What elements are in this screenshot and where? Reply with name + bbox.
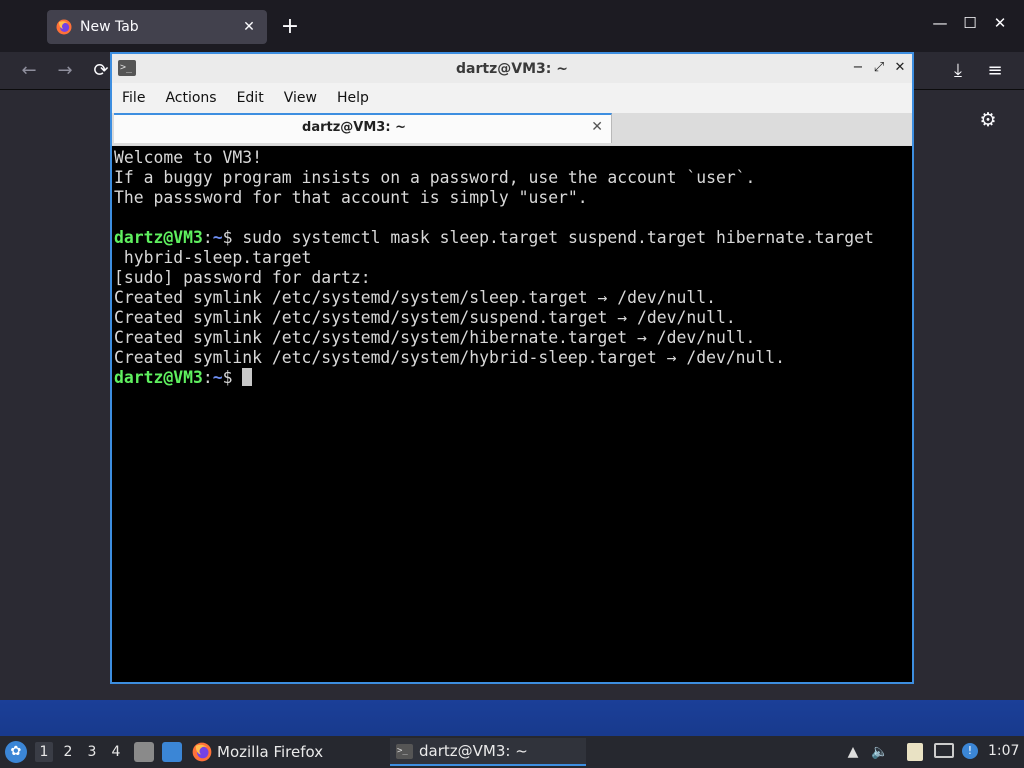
output-line: Created symlink /etc/systemd/system/slee… (114, 288, 716, 307)
prompt-path: ~ (212, 368, 223, 387)
taskbar-task-firefox[interactable]: Mozilla Firefox (192, 738, 382, 766)
terminal-tab-close-icon[interactable]: ✕ (591, 119, 603, 135)
firefox-tab-new-tab[interactable]: New Tab ✕ (47, 10, 267, 44)
close-window-button[interactable]: ✕ (988, 14, 1012, 32)
terminal-line: Welcome to VM3! (114, 148, 263, 167)
workspace-2[interactable]: 2 (59, 742, 77, 762)
output-line: Created symlink /etc/systemd/system/hibe… (114, 328, 756, 347)
minimize-button[interactable]: — (928, 14, 952, 32)
output-line: Created symlink /etc/systemd/system/susp… (114, 308, 736, 327)
prompt-line: dartz@VM3:~$ sudo systemctl mask sleep.t… (114, 228, 912, 248)
taskbar-task-label: dartz@VM3: ~ (419, 742, 528, 760)
forward-icon[interactable]: → (53, 59, 77, 83)
terminal-tabbar: dartz@VM3: ~ ✕ (112, 113, 912, 145)
terminal-close-button[interactable]: ✕ (891, 58, 909, 78)
notes-icon[interactable] (907, 743, 923, 761)
terminal-line: The passsword for that account is simply… (114, 188, 588, 207)
tab-close-icon[interactable]: ✕ (241, 19, 257, 35)
clock[interactable]: 1:07 (988, 743, 1019, 759)
workspace-3[interactable]: 3 (83, 742, 101, 762)
menu-edit[interactable]: Edit (227, 83, 274, 113)
firefox-icon (56, 19, 72, 35)
firefox-tab-strip: New Tab ✕ + — ☐ ✕ (0, 0, 1024, 52)
terminal-output[interactable]: Welcome to VM3! If a buggy program insis… (112, 146, 912, 682)
clipboard-manager-icon[interactable]: ▲ (844, 743, 862, 761)
terminal-menubar: File Actions Edit View Help (112, 83, 912, 113)
file-manager-icon[interactable] (134, 742, 154, 762)
terminal-tab[interactable]: dartz@VM3: ~ ✕ (114, 113, 612, 143)
prompt-separator: : (202, 228, 213, 247)
back-icon[interactable]: ← (17, 59, 41, 83)
show-desktop-icon[interactable] (162, 742, 182, 762)
terminal-minimize-button[interactable]: − (849, 58, 867, 78)
workspace-4[interactable]: 4 (107, 742, 125, 762)
prompt-path: ~ (212, 228, 223, 247)
terminal-tab-title: dartz@VM3: ~ (302, 120, 406, 135)
prompt-symbol: $ (222, 228, 243, 247)
taskbar-task-terminal[interactable]: >_ dartz@VM3: ~ (390, 738, 586, 766)
new-tab-button[interactable]: + (280, 14, 300, 40)
terminal-window: >_ dartz@VM3: ~ − ⤢ ✕ File Actions Edit … (110, 52, 914, 684)
maximize-button[interactable]: ☐ (958, 14, 982, 32)
start-menu-icon[interactable]: ✿ (5, 741, 27, 763)
workspace-1[interactable]: 1 (35, 742, 53, 762)
update-notification-icon[interactable]: ! (962, 743, 978, 759)
terminal-maximize-button[interactable]: ⤢ (870, 58, 888, 78)
prompt-user: dartz@VM3 (114, 368, 203, 387)
taskbar: ✿ 1 2 3 4 Mozilla Firefox >_ dartz@VM3: … (0, 736, 1024, 768)
desktop-background (0, 700, 1024, 736)
terminal-line: If a buggy program insists on a password… (114, 168, 756, 187)
output-line: [sudo] password for dartz: (114, 268, 371, 287)
prompt-separator: : (202, 368, 213, 387)
command-wrap-line: hybrid-sleep.target (114, 248, 312, 267)
terminal-titlebar[interactable]: >_ dartz@VM3: ~ − ⤢ ✕ (112, 54, 912, 83)
terminal-app-icon: >_ (396, 743, 413, 759)
prompt-line: dartz@VM3:~$ (114, 368, 912, 388)
menu-help[interactable]: Help (327, 83, 379, 113)
terminal-window-title: dartz@VM3: ~ (456, 60, 568, 77)
network-icon[interactable] (934, 743, 954, 758)
prompt-user: dartz@VM3 (114, 228, 203, 247)
menu-view[interactable]: View (274, 83, 327, 113)
menu-actions[interactable]: Actions (155, 83, 226, 113)
menu-icon[interactable]: ≡ (983, 59, 1007, 83)
output-line: Created symlink /etc/systemd/system/hybr… (114, 348, 786, 367)
firefox-icon (192, 742, 212, 762)
menu-file[interactable]: File (112, 83, 155, 113)
prompt-symbol: $ (222, 368, 243, 387)
volume-icon[interactable]: 🔈 (871, 743, 889, 761)
downloads-icon[interactable]: ⤓ (946, 59, 970, 83)
tab-title: New Tab (80, 19, 139, 35)
text-cursor (242, 368, 253, 386)
command-text: sudo systemctl mask sleep.target suspend… (242, 228, 874, 247)
taskbar-task-label: Mozilla Firefox (217, 743, 324, 761)
gear-icon[interactable]: ⚙ (976, 108, 1000, 132)
